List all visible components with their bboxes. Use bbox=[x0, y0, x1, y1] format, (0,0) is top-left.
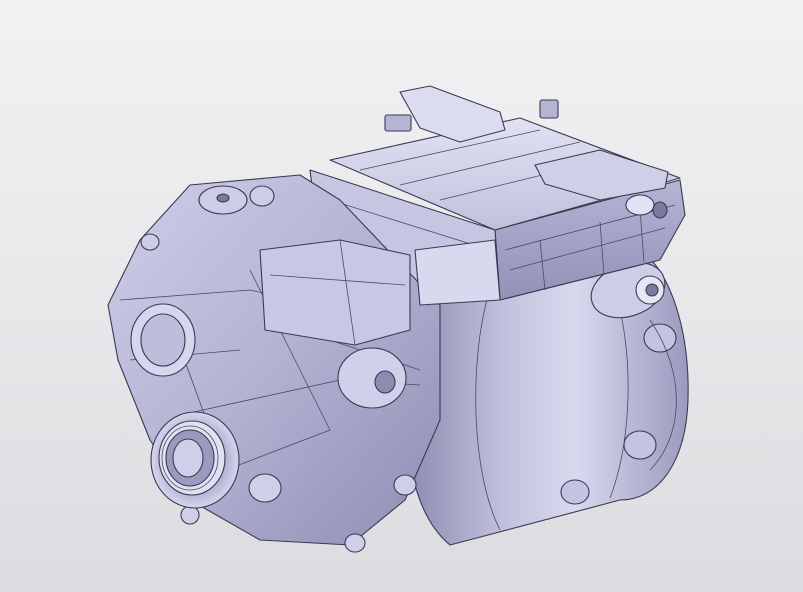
output-shaft-bore bbox=[150, 411, 240, 509]
mount-boss bbox=[337, 347, 407, 409]
cad-viewport[interactable] bbox=[0, 0, 803, 592]
electric-drive-unit-3d-model[interactable] bbox=[0, 0, 803, 592]
